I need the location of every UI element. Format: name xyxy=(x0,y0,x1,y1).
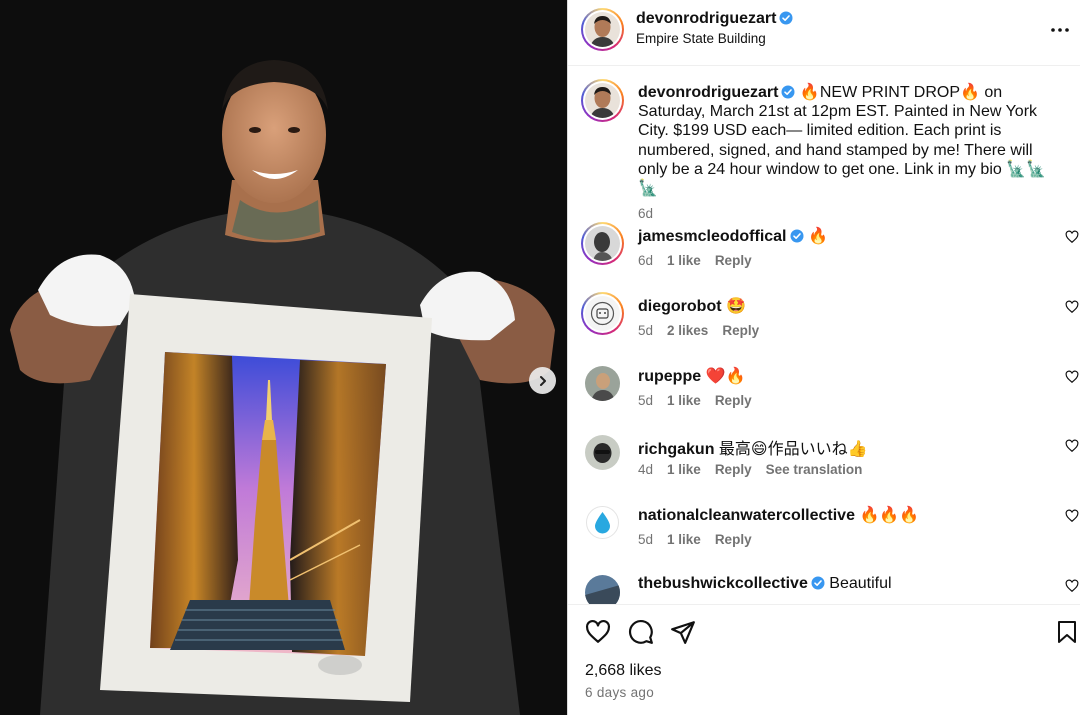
more-options-icon xyxy=(1051,28,1069,32)
comment-body: Beautiful xyxy=(829,575,892,592)
comment-age: 5d xyxy=(638,393,654,408)
avatar-image xyxy=(585,12,620,47)
comment-username[interactable]: richgakun xyxy=(638,441,714,458)
post-location[interactable]: Empire State Building xyxy=(636,31,766,46)
reply-button[interactable]: Reply xyxy=(722,323,759,338)
heart-icon[interactable] xyxy=(1065,439,1079,453)
post-side-panel: devonrodriguezart Empire State Building … xyxy=(567,0,1080,715)
comment-meta: 5d 1 like Reply xyxy=(638,393,752,408)
heart-icon[interactable] xyxy=(1065,230,1079,244)
comments-list[interactable]: devonrodriguezart 🔥NEW PRINT DROP🔥 on Sa… xyxy=(568,67,1080,604)
caption-username[interactable]: devonrodriguezart xyxy=(638,84,778,101)
verified-badge-icon xyxy=(790,229,803,243)
chevron-right-icon xyxy=(539,375,546,386)
comment-username[interactable]: diegorobot xyxy=(638,298,722,315)
comment-text-line: richgakun 最高😄作品いいね👍 xyxy=(638,435,868,459)
see-translation-button[interactable]: See translation xyxy=(766,462,863,477)
post-caption: devonrodriguezart 🔥NEW PRINT DROP🔥 on Sa… xyxy=(638,83,1063,223)
comment-likes[interactable]: 1 like xyxy=(667,462,701,477)
comment-row: jamesmcleodoffical 🔥 6d 1 like Reply xyxy=(568,222,1080,296)
comment-age: 5d xyxy=(638,532,654,547)
comment-age: 4d xyxy=(638,462,654,477)
more-options-button[interactable] xyxy=(1045,18,1075,42)
comment-avatar[interactable] xyxy=(585,366,620,401)
heart-icon[interactable] xyxy=(585,619,611,645)
likes-count[interactable]: 2,668 likes xyxy=(585,662,662,680)
comment-text-line: nationalcleanwatercollective 🔥🔥🔥 xyxy=(638,505,919,525)
share-icon[interactable] xyxy=(670,619,696,645)
comment-likes[interactable]: 2 likes xyxy=(667,323,708,338)
post-photo xyxy=(0,0,567,715)
heart-icon[interactable] xyxy=(1065,579,1079,593)
verified-badge-icon xyxy=(811,576,825,590)
heart-icon[interactable] xyxy=(1065,370,1079,384)
comment-age: 6d xyxy=(638,253,654,268)
comment-username[interactable]: nationalcleanwatercollective xyxy=(638,507,855,524)
comment-row: nationalcleanwatercollective 🔥🔥🔥 5d 1 lik… xyxy=(568,505,1080,575)
author-avatar[interactable] xyxy=(581,8,624,51)
comment-username[interactable]: rupeppe xyxy=(638,368,701,385)
comment-meta: 6d 1 like Reply xyxy=(638,253,752,268)
comment-body: 🔥🔥🔥 xyxy=(859,507,920,524)
comment-meta: 4d 1 like Reply See translation xyxy=(638,462,862,477)
comment-avatar[interactable] xyxy=(585,435,620,470)
comment-meta: 5d 2 likes Reply xyxy=(638,323,759,338)
reply-button[interactable]: Reply xyxy=(715,532,752,547)
comment-likes[interactable]: 1 like xyxy=(667,532,701,547)
comment-text-line: jamesmcleodoffical 🔥 xyxy=(638,226,828,246)
post-media xyxy=(0,0,567,715)
post-time-ago: 6 days ago xyxy=(585,685,655,700)
caption-age: 6d xyxy=(638,206,654,222)
verified-badge-icon xyxy=(781,85,795,99)
comment-likes[interactable]: 1 like xyxy=(667,393,701,408)
comment-row: thebushwickcollective Beautiful xyxy=(568,575,1080,604)
reply-button[interactable]: Reply xyxy=(715,393,752,408)
comment-body: ❤️🔥 xyxy=(705,368,746,385)
reply-button[interactable]: Reply xyxy=(715,253,752,268)
comment-text-line: rupeppe ❤️🔥 xyxy=(638,366,745,386)
comment-row: diegorobot 🤩 5d 2 likes Reply xyxy=(568,292,1080,366)
comment-text-line: diegorobot 🤩 xyxy=(638,296,746,316)
comment-likes[interactable]: 1 like xyxy=(667,253,701,268)
comment-username[interactable]: jamesmcleodoffical xyxy=(638,228,787,245)
post-header: devonrodriguezart Empire State Building xyxy=(568,0,1080,66)
post-actions: 2,668 likes 6 days ago xyxy=(568,604,1080,715)
comment-row: rupeppe ❤️🔥 5d 1 like Reply xyxy=(568,366,1080,436)
comment-body: 🔥 xyxy=(807,228,828,245)
reply-button[interactable]: Reply xyxy=(715,462,752,477)
comment-avatar[interactable] xyxy=(581,222,624,265)
comment-avatar[interactable] xyxy=(585,505,620,540)
next-image-button[interactable] xyxy=(529,367,556,394)
author-username[interactable]: devonrodriguezart xyxy=(636,10,793,28)
comment-meta: 5d 1 like Reply xyxy=(638,532,752,547)
bookmark-icon[interactable] xyxy=(1055,619,1079,645)
avatar-image xyxy=(585,83,620,118)
comment-row: richgakun 最高😄作品いいね👍 4d 1 like Reply See tra… xyxy=(568,435,1080,505)
heart-icon[interactable] xyxy=(1065,300,1079,314)
comment-username[interactable]: thebushwickcollective xyxy=(638,575,808,592)
caption-avatar[interactable] xyxy=(581,79,624,122)
comment-text-line: thebushwickcollective Beautiful xyxy=(638,575,892,593)
comment-body: 🤩 xyxy=(726,298,746,315)
comment-body: 最高😄作品いいね👍 xyxy=(718,441,868,458)
comment-avatar[interactable] xyxy=(585,575,620,604)
verified-badge-icon xyxy=(779,11,793,25)
heart-icon[interactable] xyxy=(1065,509,1079,523)
comment-avatar[interactable] xyxy=(581,292,624,335)
comment-icon[interactable] xyxy=(628,619,654,645)
comment-age: 5d xyxy=(638,323,654,338)
